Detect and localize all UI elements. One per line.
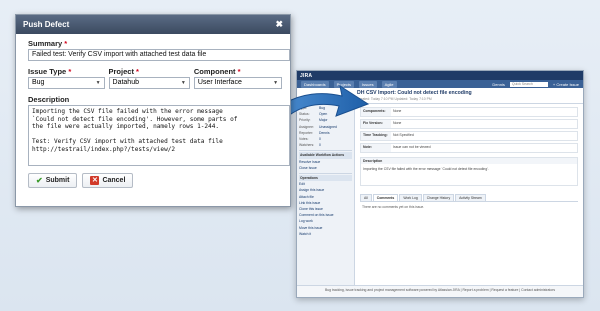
issue-main: Components: None Fix Version: None Time Tr… [355, 104, 583, 285]
issue-sidebar: Type: Bug Status: Open Priority: Major Assi… [297, 104, 355, 285]
chevron-down-icon: ▼ [273, 80, 279, 86]
issue-header: DH CSV Import: Could not detect file enc… [297, 88, 583, 104]
row-label: Fix Version: [361, 120, 391, 128]
tab-change-history[interactable]: Change History [422, 194, 455, 201]
close-issue-link[interactable]: Close Issue [299, 165, 352, 171]
description-label: Description [28, 95, 70, 104]
summary-label-text: Summary [28, 39, 63, 48]
required-mark: * [136, 67, 139, 76]
quick-search-input[interactable]: Quick Search [509, 81, 548, 87]
cancel-button[interactable]: ✕ Cancel [82, 173, 134, 188]
component-label: Component * [194, 67, 282, 76]
field-watchers-value: 0 [319, 143, 321, 148]
summary-label: Summary * [28, 39, 282, 48]
issue-meta: Created: Today 7:10 PM Updated: Today 7:… [357, 97, 432, 101]
row-value: None [393, 121, 402, 125]
nav-dashboards[interactable]: Dashboards [301, 80, 329, 88]
row-value: Not Specified [393, 133, 414, 137]
tab-all[interactable]: All [360, 194, 372, 201]
operations-section: Operations Edit Assign this issue Attach… [299, 173, 352, 237]
jira-window: JIRA Dashboards Projects Issues Agile De… [296, 70, 584, 298]
row-value: Issue can not be viewed [393, 145, 431, 149]
row-label: Time Tracking: [361, 132, 391, 140]
required-mark: * [237, 67, 241, 76]
project-label-text: Project [108, 67, 134, 76]
nav-agile[interactable]: Agile [381, 80, 397, 88]
create-issue-link[interactable]: + Create Issue [553, 82, 579, 87]
issue-type-label: Issue Type * [28, 67, 105, 76]
cancel-x-icon: ✕ [90, 176, 100, 185]
close-icon[interactable]: ✖ [275, 19, 283, 30]
jira-footer: Bug tracking, issue tracking and project… [297, 285, 583, 297]
tab-activity-stream[interactable]: Activity Stream [455, 194, 486, 201]
tab-comments[interactable]: Comments [372, 194, 399, 201]
no-comments-text: There are no comments yet on this issue. [362, 205, 425, 209]
row-value: None [393, 109, 402, 113]
description-textarea[interactable]: Importing the CSV file failed with the e… [28, 105, 290, 166]
issue-row: Note: Issue can not be viewed [360, 143, 578, 153]
issue-key[interactable]: DH [357, 90, 365, 96]
project-select[interactable]: Datahub ▼ [108, 77, 190, 89]
push-defect-dialog: Push Defect ✖ Summary * Failed test: Ver… [15, 14, 291, 207]
field-watchers-label: Watchers: [299, 143, 315, 148]
issue-title-text: CSV Import: Could not detect file encodi… [365, 90, 472, 96]
issue-row: Fix Version: None [360, 119, 578, 129]
issue-type-label-text: Issue Type [28, 67, 67, 76]
issue-type-value: Bug [32, 79, 45, 86]
tab-work-log[interactable]: Work Log [399, 194, 422, 201]
jira-user[interactable]: Dennis [492, 82, 504, 87]
issue-row: Time Tracking: Not Specified [360, 131, 578, 141]
project-label: Project * [109, 67, 190, 76]
project-value: Datahub [112, 79, 139, 86]
activity-tabs: All Comments Work Log Change History Act… [360, 194, 578, 202]
component-select[interactable]: User Interface ▼ [193, 77, 283, 89]
submit-label: Submit [45, 177, 70, 184]
nav-issues[interactable]: Issues [359, 80, 377, 88]
issue-row: Components: None [360, 107, 578, 117]
issue-description-text: Importing the CSV file failed with the e… [363, 167, 489, 171]
required-mark: * [68, 67, 72, 76]
workflow-section: Available Workflow Actions Resolve Issue… [299, 150, 352, 171]
op-watch-link[interactable]: Watch it [299, 231, 352, 237]
checkmark-icon: ✔ [36, 176, 43, 185]
dialog-title: Push Defect [23, 20, 70, 29]
submit-button[interactable]: ✔ Submit [28, 173, 78, 188]
issue-title: DH CSV Import: Could not detect file enc… [357, 90, 579, 96]
component-value: User Interface [197, 79, 242, 86]
jira-topbar: JIRA [297, 71, 583, 80]
jira-logo: JIRA [300, 72, 313, 79]
summary-input[interactable]: Failed test: Verify CSV import with atta… [28, 49, 290, 61]
dialog-titlebar: Push Defect ✖ [16, 15, 290, 34]
row-label: Note: [361, 144, 391, 152]
component-label-text: Component [193, 67, 236, 76]
issue-type-select[interactable]: Bug ▼ [28, 77, 105, 89]
required-mark: * [64, 39, 68, 48]
issue-description: Description Importing the CSV file faile… [360, 157, 578, 186]
chevron-down-icon: ▼ [180, 80, 186, 86]
cancel-label: Cancel [102, 177, 126, 184]
nav-projects[interactable]: Projects [333, 80, 355, 88]
workflow-header: Available Workflow Actions [299, 152, 352, 159]
row-label: Components: [361, 108, 391, 116]
jira-nav: Dashboards Projects Issues Agile Dennis … [297, 80, 583, 88]
chevron-down-icon: ▼ [95, 80, 101, 86]
